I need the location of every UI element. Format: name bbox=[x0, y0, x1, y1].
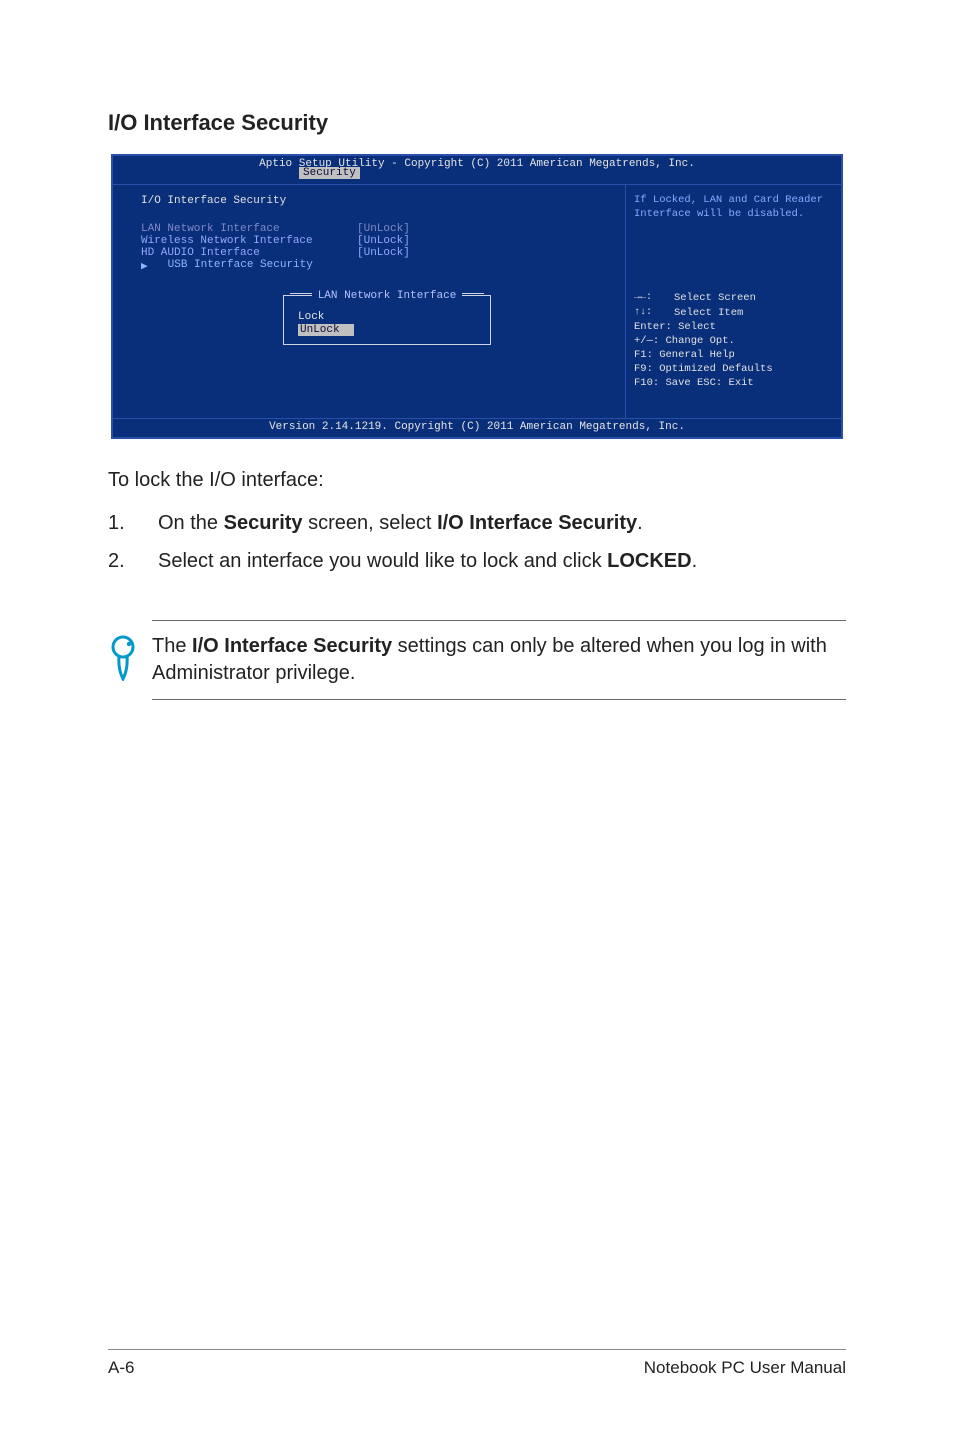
bios-row-hdaudio[interactable]: HD AUDIO Interface [UnLock] bbox=[141, 247, 597, 259]
bios-row-value: [UnLock] bbox=[357, 235, 410, 247]
step-number: 1. bbox=[108, 510, 126, 536]
nav-label: Select Screen bbox=[674, 291, 756, 305]
bios-popup-option-unlock[interactable]: UnLock bbox=[298, 324, 354, 336]
bios-row-usb-submenu[interactable]: ▶ USB Interface Security bbox=[141, 259, 597, 273]
section-heading: I/O Interface Security bbox=[108, 110, 846, 136]
bios-left-panel: I/O Interface Security LAN Network Inter… bbox=[113, 185, 626, 418]
nav-label: F1: General Help bbox=[634, 348, 735, 362]
bios-screenshot: Aptio Setup Utility - Copyright (C) 2011… bbox=[111, 154, 843, 439]
bios-popup-title: LAN Network Interface bbox=[312, 290, 463, 302]
text: screen, select bbox=[303, 512, 438, 534]
instructions-intro: To lock the I/O interface: bbox=[108, 469, 846, 492]
instructions-list: 1. On the Security screen, select I/O In… bbox=[108, 510, 846, 574]
bios-tab-security[interactable]: Security bbox=[299, 167, 360, 179]
note-icon bbox=[108, 633, 152, 681]
bios-row-label: USB Interface Security bbox=[168, 259, 313, 273]
nav-key: →←: bbox=[634, 291, 668, 305]
bios-row-lan[interactable]: LAN Network Interface [UnLock] bbox=[141, 223, 597, 235]
page-footer: A-6 Notebook PC User Manual bbox=[108, 1349, 846, 1378]
footer-rule bbox=[108, 1349, 846, 1350]
bios-popup-option-lock[interactable]: Lock bbox=[284, 310, 490, 324]
bios-tab-row: Security bbox=[113, 170, 841, 184]
bios-row-label: Wireless Network Interface bbox=[141, 235, 341, 247]
bios-row-label: LAN Network Interface bbox=[141, 223, 341, 235]
note-block: The I/O Interface Security settings can … bbox=[108, 620, 846, 700]
bios-row-value: [UnLock] bbox=[357, 223, 410, 235]
bios-nav-keys: →←: Select Screen ↑↓: Select Item Enter: S… bbox=[634, 291, 833, 390]
text-bold: LOCKED bbox=[607, 550, 691, 572]
text: . bbox=[692, 550, 698, 572]
note-rule-bottom bbox=[152, 699, 846, 700]
nav-label: +/—: Change Opt. bbox=[634, 334, 735, 348]
bios-row-value: [UnLock] bbox=[357, 247, 410, 259]
instruction-step-1: 1. On the Security screen, select I/O In… bbox=[108, 510, 846, 536]
nav-label: Enter: Select bbox=[634, 320, 716, 334]
bios-popup: LAN Network Interface Lock UnLock bbox=[283, 295, 491, 345]
nav-label: F9: Optimized Defaults bbox=[634, 362, 773, 376]
text: . bbox=[637, 512, 643, 534]
text: On the bbox=[158, 512, 224, 534]
bios-help-panel: If Locked, LAN and Card Reader Interface… bbox=[626, 185, 841, 418]
page-number: A-6 bbox=[108, 1358, 134, 1378]
text: The bbox=[152, 635, 192, 657]
bios-footer: Version 2.14.1219. Copyright (C) 2011 Am… bbox=[113, 418, 841, 435]
instruction-step-2: 2. Select an interface you would like to… bbox=[108, 548, 846, 574]
text-bold: I/O Interface Security bbox=[192, 635, 392, 657]
bios-panel-title: I/O Interface Security bbox=[141, 195, 597, 207]
bios-row-wireless[interactable]: Wireless Network Interface [UnLock] bbox=[141, 235, 597, 247]
nav-label: F10: Save ESC: Exit bbox=[634, 376, 754, 390]
text: Select an interface you would like to lo… bbox=[158, 550, 607, 572]
manual-title: Notebook PC User Manual bbox=[644, 1358, 846, 1378]
step-number: 2. bbox=[108, 548, 126, 574]
bios-titlebar: Aptio Setup Utility - Copyright (C) 2011… bbox=[113, 156, 841, 170]
submenu-arrow-icon: ▶ bbox=[141, 259, 148, 273]
nav-label: Select Item bbox=[674, 306, 743, 320]
bios-row-label: HD AUDIO Interface bbox=[141, 247, 341, 259]
note-text: The I/O Interface Security settings can … bbox=[152, 633, 846, 687]
text-bold: Security bbox=[224, 512, 303, 534]
nav-key: ↑↓: bbox=[634, 306, 668, 320]
text-bold: I/O Interface Security bbox=[437, 512, 637, 534]
bios-help-description: If Locked, LAN and Card Reader Interface… bbox=[634, 193, 833, 221]
